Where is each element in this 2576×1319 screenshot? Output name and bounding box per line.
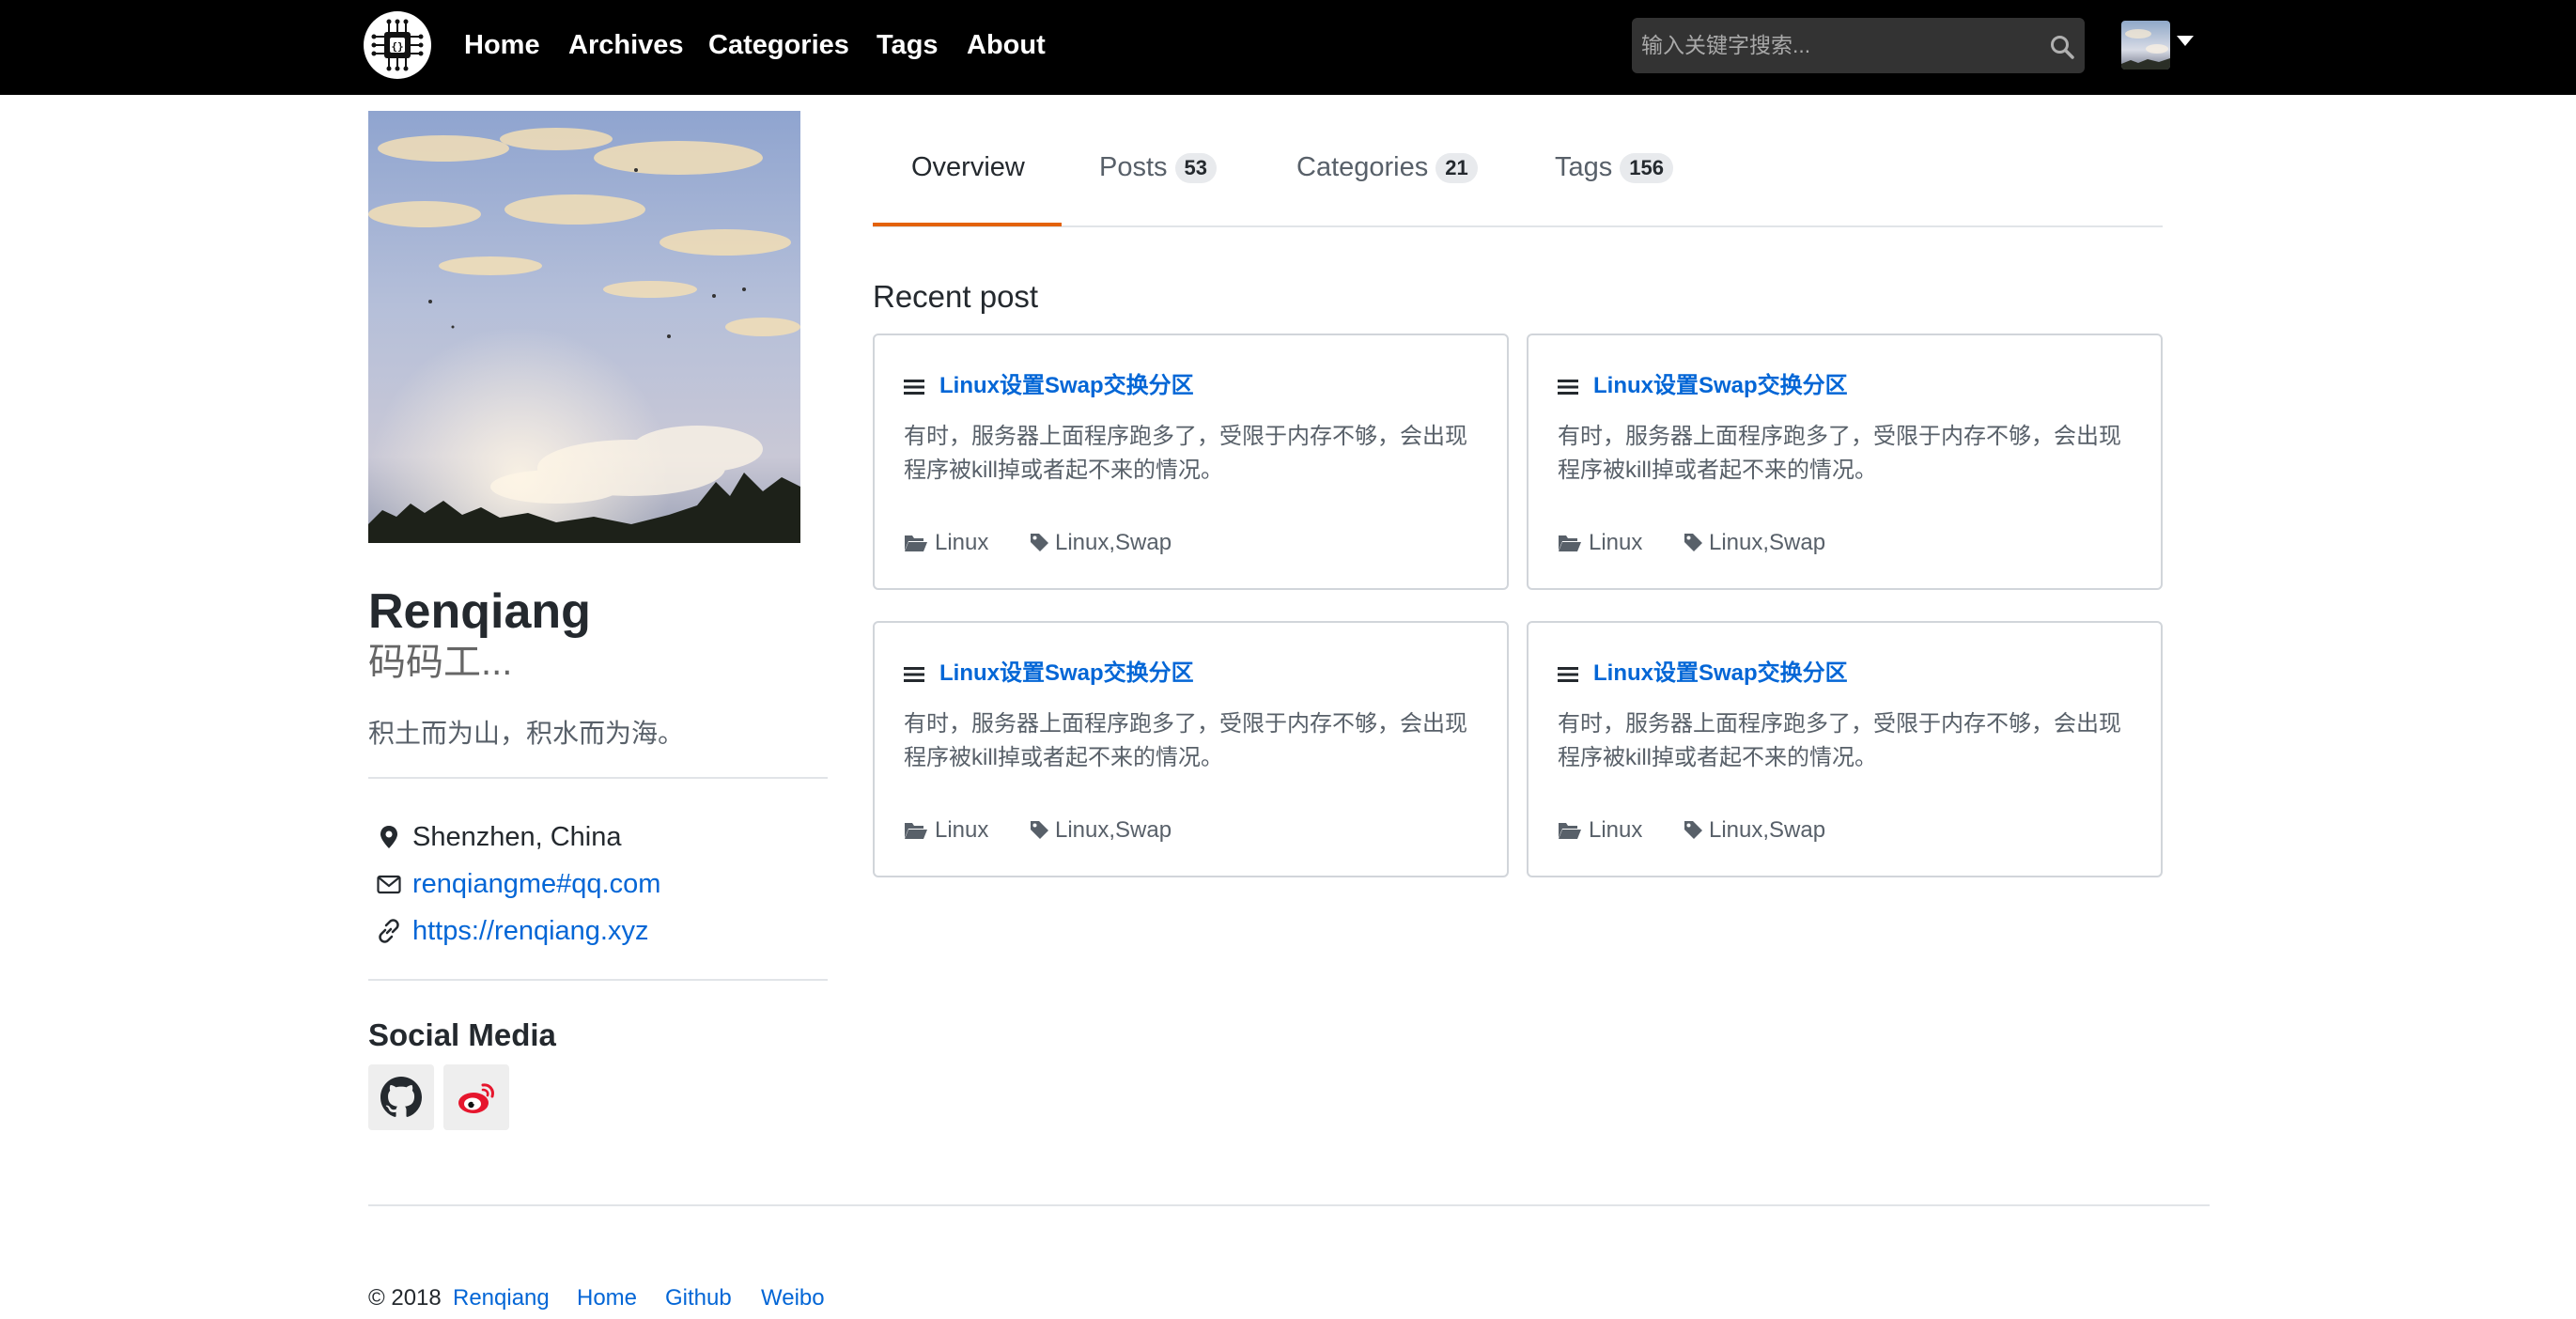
link-icon [379, 919, 399, 943]
tab-categories[interactable]: Categories 21 [1296, 148, 1478, 186]
chip-logo-icon: {} [371, 19, 424, 71]
footer-link-renqiang[interactable]: Renqiang [453, 1284, 550, 1312]
post-excerpt: 有时，服务器上面程序跑多了，受限于内存不够，会出现程序被kill掉或者起不来的情… [904, 424, 1467, 483]
tab-count-badge: 156 [1620, 153, 1673, 184]
footer-link-weibo[interactable]: Weibo [761, 1284, 825, 1312]
folder-open-icon [1559, 535, 1581, 551]
post-card: Linux设置Swap交换分区有时，服务器上面程序跑多了，受限于内存不够，会出现… [873, 334, 1509, 590]
post-tags-link[interactable]: Linux,Swap [1709, 816, 1825, 845]
footer-link-home[interactable]: Home [577, 1284, 637, 1312]
profile-location: Shenzhen, China [412, 822, 622, 852]
svg-text:{}: {} [391, 40, 403, 53]
post-card: Linux设置Swap交换分区有时，服务器上面程序跑多了，受限于内存不够，会出现… [1527, 621, 2163, 877]
sky-photo [368, 111, 800, 543]
footer-divider [368, 1204, 2210, 1206]
list-icon [904, 667, 924, 682]
tab-label: Categories [1296, 152, 1429, 182]
profile-email-link[interactable]: renqiangme#qq.com [412, 867, 660, 901]
tag-icon [1031, 821, 1048, 839]
chevron-down-icon[interactable] [2177, 36, 2194, 46]
location-pin-icon [380, 826, 397, 848]
post-title-link[interactable]: Linux设置Swap交换分区 [1593, 371, 1848, 401]
nav-about[interactable]: About [967, 28, 1046, 62]
post-card: Linux设置Swap交换分区有时，服务器上面程序跑多了，受限于内存不够，会出现… [1527, 334, 2163, 590]
folder-open-icon [905, 535, 927, 551]
recent-post-title: Recent post [873, 279, 1039, 314]
post-title-link[interactable]: Linux设置Swap交换分区 [939, 371, 1194, 401]
list-icon [1558, 380, 1578, 395]
tab-overview[interactable]: Overview [911, 148, 1025, 186]
profile-divider [368, 777, 828, 779]
nav-categories[interactable]: Categories [708, 28, 849, 62]
github-icon [380, 1077, 422, 1117]
site-logo[interactable]: {} [364, 11, 431, 79]
profile-bio: 积土而为山，积水而为海。 [368, 719, 685, 748]
post-tags-link[interactable]: Linux,Swap [1055, 816, 1172, 845]
tab-posts[interactable]: Posts 53 [1099, 148, 1218, 186]
profile-nickname: 码码工... [368, 642, 513, 683]
tabs-divider [873, 225, 2163, 227]
social-media-title: Social Media [368, 1017, 556, 1052]
folder-open-icon [1559, 823, 1581, 839]
post-tags-link[interactable]: Linux,Swap [1055, 529, 1172, 557]
tab-label: Overview [911, 152, 1025, 182]
folder-open-icon [905, 823, 927, 839]
nav-tags[interactable]: Tags [877, 28, 939, 62]
post-category-link[interactable]: Linux [935, 529, 988, 557]
contact-divider [368, 979, 828, 981]
post-title-link[interactable]: Linux设置Swap交换分区 [1593, 659, 1848, 689]
github-button[interactable] [368, 1064, 434, 1130]
tag-icon [1684, 821, 1702, 839]
post-category-link[interactable]: Linux [1589, 816, 1642, 845]
footer-copyright: © 2018 [368, 1285, 442, 1311]
nav-home[interactable]: Home [464, 28, 540, 62]
profile-photo [368, 111, 800, 543]
profile-name: Renqiang [368, 584, 591, 639]
post-title-link[interactable]: Linux设置Swap交换分区 [939, 659, 1194, 689]
weibo-icon [458, 1083, 494, 1113]
post-category-link[interactable]: Linux [1589, 529, 1642, 557]
weibo-button[interactable] [443, 1064, 509, 1130]
tab-label: Posts [1099, 152, 1168, 182]
post-excerpt: 有时，服务器上面程序跑多了，受限于内存不够，会出现程序被kill掉或者起不来的情… [1558, 711, 2121, 770]
user-avatar[interactable] [2121, 21, 2170, 70]
top-navbar: {} Home Archives Categories Tags About [0, 0, 2576, 95]
search-input[interactable] [1632, 18, 2026, 73]
search-icon[interactable] [2049, 34, 2075, 60]
post-excerpt: 有时，服务器上面程序跑多了，受限于内存不够，会出现程序被kill掉或者起不来的情… [1558, 424, 2121, 483]
nav-archives[interactable]: Archives [568, 28, 684, 62]
post-tags-link[interactable]: Linux,Swap [1709, 529, 1825, 557]
tab-tags[interactable]: Tags 156 [1555, 148, 1673, 186]
list-icon [1558, 667, 1578, 682]
tag-icon [1031, 534, 1048, 551]
avatar-image [2121, 21, 2170, 70]
active-tab-indicator [873, 223, 1062, 226]
search-box [1632, 18, 2085, 73]
profile-website-link[interactable]: https://renqiang.xyz [412, 914, 648, 948]
post-excerpt: 有时，服务器上面程序跑多了，受限于内存不够，会出现程序被kill掉或者起不来的情… [904, 711, 1467, 770]
post-category-link[interactable]: Linux [935, 816, 988, 845]
post-card: Linux设置Swap交换分区有时，服务器上面程序跑多了，受限于内存不够，会出现… [873, 621, 1509, 877]
tab-label: Tags [1555, 152, 1613, 182]
list-icon [904, 380, 924, 395]
tag-icon [1684, 534, 1702, 551]
tab-count-badge: 53 [1174, 153, 1218, 184]
mail-icon [377, 875, 401, 894]
footer-link-github[interactable]: Github [665, 1284, 732, 1312]
tab-count-badge: 21 [1435, 153, 1478, 184]
